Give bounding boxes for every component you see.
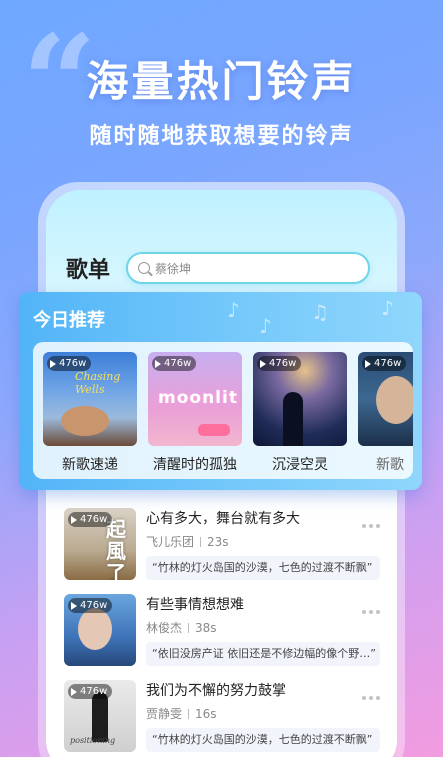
list-item[interactable]: 476w 有些事情想想难 林俊杰 38s “依旧没房产证 依旧还是不修边幅的像个野… [42,594,400,674]
song-lyric: “依旧没房产证 依旧还是不修边幅的像个野…” [146,642,380,666]
play-icon [71,687,77,696]
playlist-name: 沉浸空灵 [272,457,328,473]
song-meta: 飞儿乐团 23s [146,535,229,549]
today-recommend-card: 今日推荐 ♪ ♪ ♫ ♪ Chasing Wells 476w 新歌速递 moo… [19,292,422,490]
song-title: 我们为不懈的努力鼓掌 [146,683,286,699]
recommend-item[interactable]: moonlit 476w 清醒时的孤独 [148,352,242,474]
header-row: 歌单 蔡徐坤 [66,252,371,284]
music-note-icon: ♪ [227,298,240,322]
playlist-cover: 476w [253,352,347,446]
play-icon [260,359,266,368]
play-count-badge: 476w [68,684,113,699]
playlist-name: 新歌 [376,457,404,473]
music-note-icon: ♪ [259,314,272,338]
play-icon [71,601,77,610]
playlist-cover: moonlit 476w [148,352,242,446]
playlist-cover: Chasing Wells 476w [43,352,137,446]
music-note-icon: ♪ [381,296,394,320]
page-title: 歌单 [66,258,111,283]
recommend-list: Chasing Wells 476w 新歌速递 moonlit 476w 清醒时… [33,342,413,479]
banner-subline: 随时随地获取想要的铃声 [89,124,354,149]
playlist-cover: 476w [358,352,413,446]
recommend-title: 今日推荐 [33,310,105,331]
song-meta: 林俊杰 38s [146,621,217,635]
song-lyric: “竹林的灯火岛国的沙漠，七色的过渡不断飘” [146,556,380,580]
more-options-icon[interactable] [362,610,380,614]
search-icon [138,262,151,274]
play-icon [71,515,77,524]
song-cover: positioning 476w [64,680,136,752]
song-meta: 贾静雯 16s [146,707,217,721]
recommend-item[interactable]: 476w 沉浸空灵 [253,352,347,474]
song-cover: 起風了 476w [64,508,136,580]
music-note-icon: ♫ [311,300,329,324]
play-count-badge: 476w [68,598,113,613]
list-item[interactable]: 起風了 476w 心有多大，舞台就有多大 飞儿乐团 23s “竹林的灯火岛国的沙漠… [42,508,400,588]
song-title: 心有多大，舞台就有多大 [146,511,300,527]
search-input[interactable]: 蔡徐坤 [126,252,371,284]
more-options-icon[interactable] [362,696,380,700]
play-count-badge: 476w [362,356,407,371]
recommend-item[interactable]: 476w 新歌 [358,352,413,474]
play-icon [365,359,371,368]
song-lyric: “竹林的灯火岛国的沙漠，七色的过渡不断飘” [146,728,380,752]
play-count-badge: 476w [47,356,92,371]
banner-headline: 海量热门铃声 [86,57,357,106]
song-title: 有些事情想想难 [146,597,244,613]
play-icon [50,359,56,368]
song-cover: 476w [64,594,136,666]
search-placeholder: 蔡徐坤 [155,261,192,276]
recommend-item[interactable]: Chasing Wells 476w 新歌速递 [43,352,137,474]
play-icon [155,359,161,368]
list-item[interactable]: positioning 476w 我们为不懈的努力鼓掌 贾静雯 16s “竹林的灯… [42,680,400,757]
play-count-badge: 476w [257,356,302,371]
more-options-icon[interactable] [362,524,380,528]
playlist-name: 清醒时的孤独 [153,457,237,473]
playlist-name: 新歌速递 [62,457,118,473]
play-count-badge: 476w [68,512,113,527]
play-count-badge: 476w [152,356,197,371]
